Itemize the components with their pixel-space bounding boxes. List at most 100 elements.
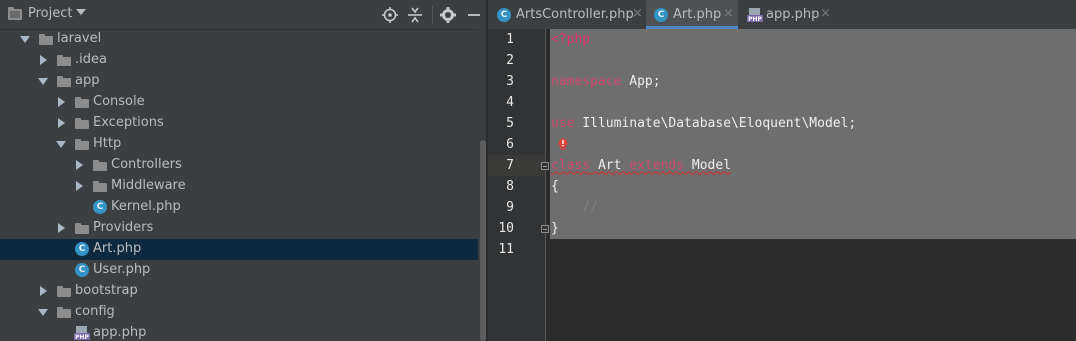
line-number: 4 [506, 95, 514, 110]
tree-item-app-php[interactable]: PHP app.php [0, 323, 478, 341]
tree-item-idea[interactable]: .idea [0, 50, 478, 71]
tree-item-art-php[interactable]: C Art.php [0, 239, 478, 260]
tree-item-console[interactable]: Console [0, 92, 478, 113]
code-line-8: { [551, 179, 559, 194]
fold-marker-icon[interactable] [541, 225, 549, 233]
keyword-namespace: namespace [551, 74, 622, 89]
tree-item-config[interactable]: config [0, 302, 478, 323]
tab-label: ArtsController.php [516, 7, 634, 22]
tree-item-label: Http [93, 136, 122, 151]
tab-label: Art.php [673, 7, 722, 22]
tree-item-label: Controllers [111, 157, 182, 172]
folder-icon [57, 307, 71, 318]
line-number: 10 [498, 221, 514, 236]
code-line-7: class Art extends Model [551, 158, 731, 173]
import-path: Illuminate\Database\Eloquent\Model; [574, 116, 857, 131]
php-file-icon: PHP [74, 326, 90, 340]
tree-item-label: laravel [57, 31, 102, 46]
tree-item-kernel-php[interactable]: C Kernel.php [0, 197, 478, 218]
expand-arrow-icon[interactable] [38, 309, 48, 316]
folder-icon [57, 286, 71, 297]
tree-item-user-php[interactable]: C User.php [0, 260, 478, 281]
line-number: 9 [506, 200, 514, 215]
code-line-5: use Illuminate\Database\Eloquent\Model; [551, 116, 856, 131]
folder-icon [75, 97, 89, 108]
collapse-arrow-icon[interactable] [76, 160, 83, 170]
collapse-arrow-icon[interactable] [40, 286, 47, 296]
folder-icon [57, 55, 71, 66]
tree-item-label: Middleware [111, 178, 186, 193]
collapse-arrow-icon[interactable] [58, 223, 65, 233]
collapse-arrow-icon[interactable] [40, 55, 47, 65]
tree-item-label: Art.php [93, 241, 142, 256]
folder-icon [93, 160, 107, 171]
tree-item-label: Kernel.php [111, 199, 181, 214]
keyword-extends: extends [629, 158, 685, 173]
project-folder-icon [8, 7, 22, 20]
minimize-icon[interactable] [465, 6, 483, 24]
php-class-icon: C [75, 263, 89, 277]
tab-arts-controller[interactable]: C ArtsController.php × [488, 0, 646, 29]
tree-item-http[interactable]: Http [0, 134, 478, 155]
gear-icon[interactable] [439, 6, 457, 24]
collapse-arrow-icon[interactable] [76, 181, 83, 191]
project-view-title[interactable]: Project [28, 6, 72, 21]
code-line-3: namespace App; [551, 74, 661, 89]
code-line-10: } [551, 221, 559, 236]
parent-class-name: Model [684, 158, 732, 173]
tree-item-label: app.php [93, 325, 147, 340]
collapse-arrow-icon[interactable] [58, 118, 65, 128]
tree-item-label: Console [93, 94, 145, 109]
chevron-down-icon[interactable] [76, 8, 86, 16]
code-line-9: // [551, 200, 598, 215]
tree-item-controllers[interactable]: Controllers [0, 155, 478, 176]
tree-item-label: bootstrap [75, 283, 138, 298]
folder-icon [75, 223, 89, 234]
tree-item-bootstrap[interactable]: bootstrap [0, 281, 478, 302]
close-icon[interactable]: × [723, 6, 734, 21]
line-number: 2 [506, 53, 514, 68]
tree-item-label: Providers [93, 220, 154, 235]
php-open-tag: <?php [551, 32, 591, 47]
tree-item-laravel[interactable]: laravel [0, 29, 478, 50]
close-icon[interactable]: × [632, 6, 643, 21]
svg-text:PHP: PHP [75, 334, 89, 340]
line-number: 11 [498, 242, 514, 257]
collapse-arrow-icon[interactable] [58, 97, 65, 107]
tree-item-label: .idea [75, 52, 107, 67]
folder-icon [75, 139, 89, 150]
keyword-use: use [551, 116, 575, 131]
tab-art-php[interactable]: C Art.php × [646, 0, 738, 29]
folder-icon [93, 181, 107, 192]
collapse-all-icon[interactable] [406, 6, 424, 24]
folder-icon [39, 34, 53, 45]
keyword-class: class [551, 158, 591, 173]
php-class-icon: C [93, 200, 107, 214]
tree-item-label: app [75, 73, 100, 88]
editor-tab-bar: C ArtsController.php × C Art.php × PHP a… [488, 0, 1076, 30]
tree-item-middleware[interactable]: Middleware [0, 176, 478, 197]
tree-item-providers[interactable]: Providers [0, 218, 478, 239]
tree-item-app[interactable]: app [0, 71, 478, 92]
tab-label: app.php [766, 7, 820, 22]
tree-item-label: User.php [93, 262, 151, 277]
folder-icon [57, 76, 71, 87]
lightbulb-icon[interactable] [557, 138, 569, 152]
tab-app-php[interactable]: PHP app.php × [740, 0, 836, 29]
line-number: 1 [506, 32, 514, 47]
line-number: 3 [506, 74, 514, 89]
close-icon[interactable]: × [820, 6, 831, 21]
namespace-name: App; [621, 74, 661, 89]
code-line-1: <?php [551, 32, 590, 47]
locate-file-icon[interactable] [381, 6, 399, 24]
class-name: Art [590, 158, 630, 173]
fold-marker-icon[interactable] [541, 162, 549, 170]
php-file-icon: PHP [747, 8, 763, 22]
project-panel-header: Project [0, 0, 486, 30]
line-number: 6 [506, 137, 514, 152]
expand-arrow-icon[interactable] [38, 78, 48, 85]
line-comment: // [551, 200, 598, 215]
tree-item-exceptions[interactable]: Exceptions [0, 113, 478, 134]
expand-arrow-icon[interactable] [20, 36, 30, 43]
expand-arrow-icon[interactable] [56, 141, 66, 148]
